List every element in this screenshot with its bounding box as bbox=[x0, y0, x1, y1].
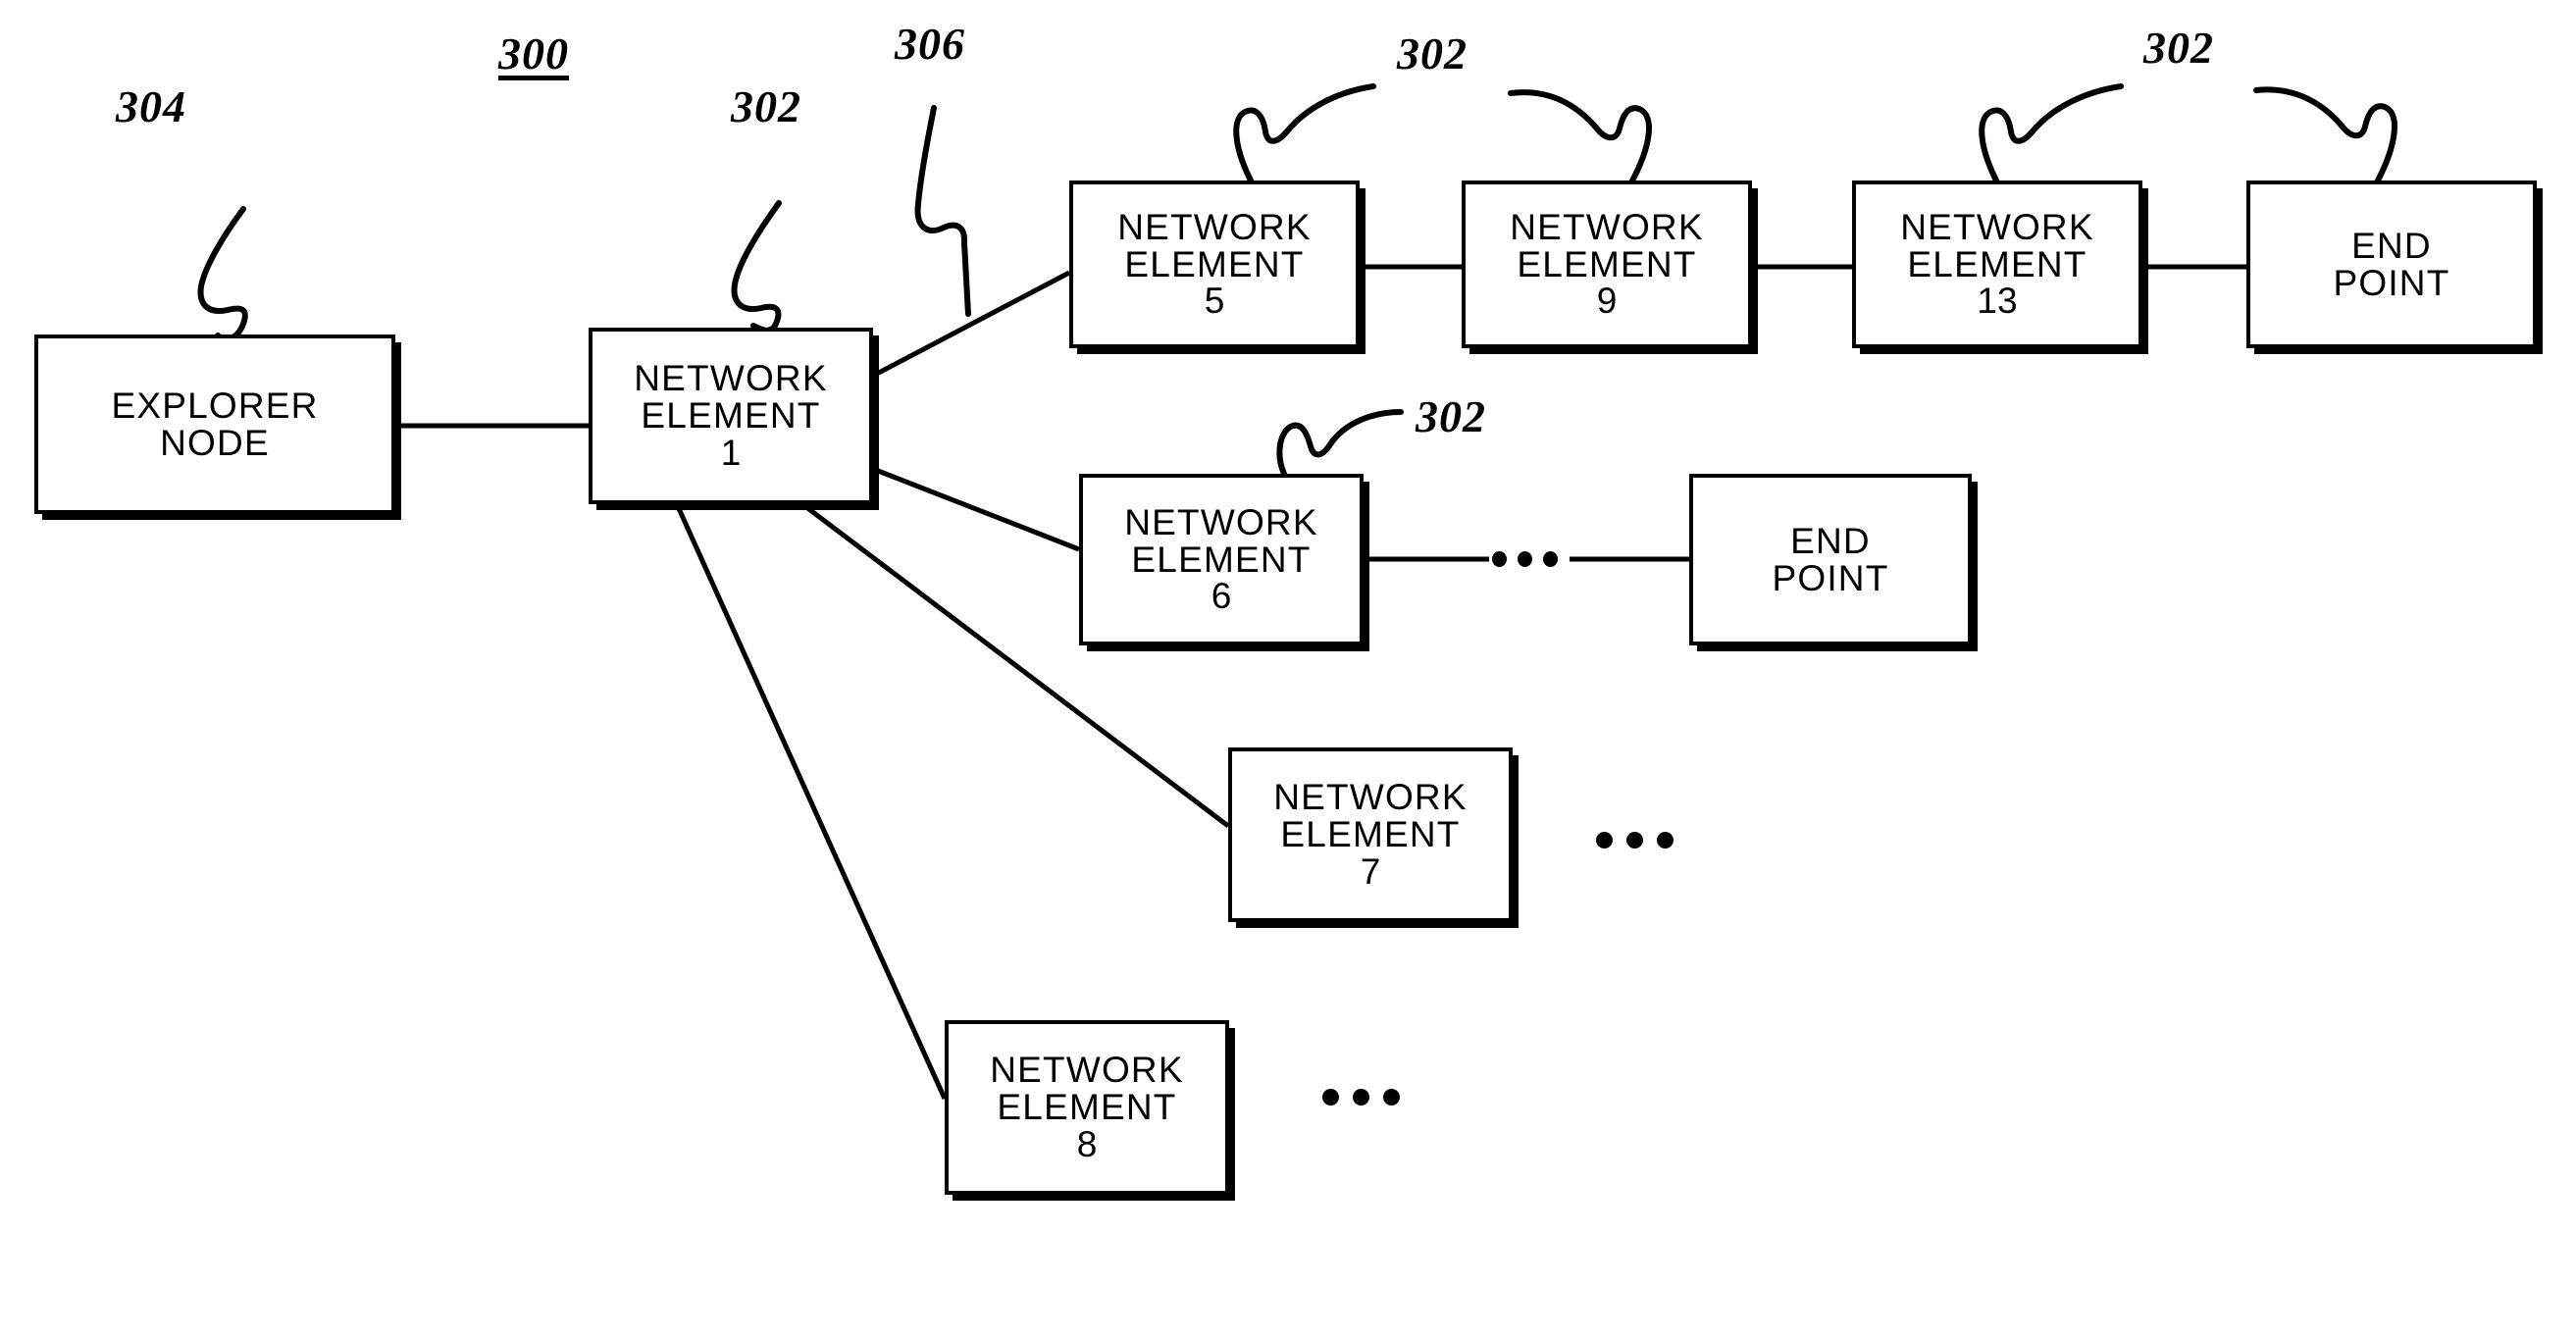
network-element-9-line-2: ELEMENT bbox=[1517, 243, 1697, 284]
network-element-6-line-2: ELEMENT bbox=[1131, 539, 1312, 580]
leader-line-306 bbox=[914, 105, 971, 317]
ellipsis-dot bbox=[1383, 1089, 1400, 1106]
end-point-middle[interactable]: END POINT bbox=[1689, 474, 1972, 645]
ellipsis-row-ne7 bbox=[1596, 832, 1674, 848]
end-point-middle-line-1: END bbox=[1790, 520, 1871, 561]
network-element-6-line-1: NETWORK bbox=[1124, 501, 1318, 542]
network-element-1-line-1: NETWORK bbox=[634, 358, 828, 399]
network-element-8-line-2: ELEMENT bbox=[997, 1087, 1177, 1128]
ellipsis-link-ne6-to-endpoint bbox=[1492, 551, 1558, 567]
end-point-top[interactable]: END POINT bbox=[2246, 180, 2537, 348]
network-element-6-number: 6 bbox=[1211, 576, 1232, 617]
reference-numeral-302-ne6: 302 bbox=[1416, 391, 1486, 441]
network-element-9-number: 9 bbox=[1596, 281, 1618, 322]
ellipsis-dot bbox=[1626, 832, 1643, 848]
end-point-middle-line-2: POINT bbox=[1772, 557, 1889, 598]
leader-bracket-302-ne5-ne9-right bbox=[1508, 89, 1652, 185]
network-element-13[interactable]: NETWORK ELEMENT 13 bbox=[1852, 180, 2142, 348]
leader-bracket-302-ne5-ne9 bbox=[1233, 83, 1376, 183]
network-element-5[interactable]: NETWORK ELEMENT 5 bbox=[1069, 180, 1360, 348]
leader-line-302-ne1 bbox=[731, 200, 782, 334]
reference-numeral-304: 304 bbox=[116, 81, 186, 131]
network-element-13-number: 13 bbox=[1977, 281, 2018, 322]
ellipsis-row-ne8 bbox=[1322, 1089, 1400, 1106]
leader-line-302-ne6 bbox=[1276, 409, 1404, 477]
connector-ne1-to-ne8 bbox=[674, 502, 948, 1101]
connector-ne1-to-ne5 bbox=[871, 270, 1071, 379]
network-element-7[interactable]: NETWORK ELEMENT 7 bbox=[1228, 747, 1513, 922]
network-element-13-line-1: NETWORK bbox=[1900, 206, 2094, 247]
reference-numeral-300: 300 bbox=[498, 28, 569, 78]
ellipsis-dot bbox=[1353, 1089, 1369, 1106]
explorer-node[interactable]: EXPLORER NODE bbox=[34, 334, 395, 514]
network-element-5-line-1: NETWORK bbox=[1117, 206, 1312, 247]
network-element-8[interactable]: NETWORK ELEMENT 8 bbox=[945, 1020, 1229, 1195]
ellipsis-dot bbox=[1543, 551, 1558, 567]
ellipsis-dot bbox=[1518, 551, 1532, 567]
network-element-8-line-1: NETWORK bbox=[990, 1050, 1184, 1091]
end-point-top-line-1: END bbox=[2351, 225, 2432, 266]
explorer-node-line-2: NODE bbox=[160, 422, 270, 463]
network-element-8-number: 8 bbox=[1076, 1123, 1098, 1164]
connector-ne1-to-ne6 bbox=[872, 466, 1080, 552]
network-element-9-line-1: NETWORK bbox=[1510, 206, 1704, 247]
network-element-6[interactable]: NETWORK ELEMENT 6 bbox=[1079, 474, 1364, 645]
leader-line-304 bbox=[197, 206, 248, 342]
network-element-13-line-2: ELEMENT bbox=[1907, 243, 2087, 284]
network-element-5-number: 5 bbox=[1204, 281, 1225, 322]
ellipsis-dot bbox=[1322, 1089, 1339, 1106]
network-element-7-line-2: ELEMENT bbox=[1280, 814, 1461, 855]
end-point-top-line-2: POINT bbox=[2333, 262, 2450, 303]
network-element-9[interactable]: NETWORK ELEMENT 9 bbox=[1462, 180, 1752, 348]
reference-numeral-302-top-a: 302 bbox=[1397, 28, 1468, 78]
network-element-7-number: 7 bbox=[1360, 850, 1381, 892]
ellipsis-dot bbox=[1492, 551, 1507, 567]
ellipsis-dot bbox=[1596, 832, 1613, 848]
reference-numeral-302-ne1: 302 bbox=[731, 81, 801, 131]
network-element-5-line-2: ELEMENT bbox=[1124, 243, 1305, 284]
ellipsis-dot bbox=[1657, 832, 1674, 848]
network-element-1[interactable]: NETWORK ELEMENT 1 bbox=[589, 328, 873, 504]
reference-numeral-306: 306 bbox=[895, 19, 965, 69]
leader-bracket-302-ne13-endpoint-right bbox=[2253, 86, 2397, 185]
reference-numeral-302-top-b: 302 bbox=[2143, 23, 2214, 73]
figure-300-diagram: EXPLORER NODE NETWORK ELEMENT 1 NETWORK … bbox=[0, 0, 2576, 1337]
network-element-1-number: 1 bbox=[720, 432, 742, 473]
explorer-node-line-1: EXPLORER bbox=[111, 385, 319, 426]
network-element-1-line-2: ELEMENT bbox=[641, 395, 821, 437]
network-element-7-line-1: NETWORK bbox=[1273, 777, 1468, 818]
leader-bracket-302-ne13-endpoint bbox=[1979, 83, 2124, 183]
